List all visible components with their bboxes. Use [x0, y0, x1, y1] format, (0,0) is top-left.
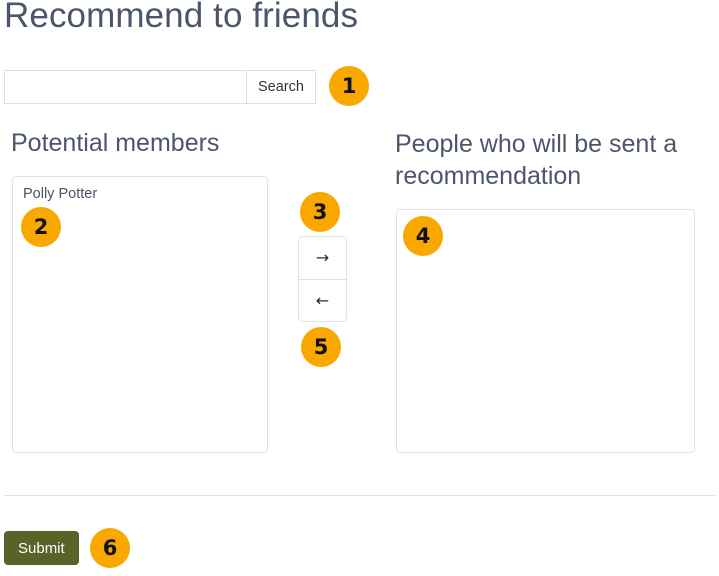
annotation-badge-3: 3 — [300, 192, 340, 232]
annotation-badge-1: 1 — [329, 66, 369, 106]
annotation-badge-6: 6 — [90, 528, 130, 568]
annotation-badge-5: 5 — [301, 327, 341, 367]
page-title: Recommend to friends — [4, 0, 359, 35]
search-group: Search — [4, 70, 316, 104]
annotation-badge-2: 2 — [21, 207, 61, 247]
submit-button[interactable]: Submit — [4, 531, 79, 565]
footer-divider — [4, 495, 715, 496]
transfer-button-group: → ← — [298, 236, 347, 322]
potential-members-heading: Potential members — [11, 129, 220, 157]
search-button[interactable]: Search — [246, 70, 316, 104]
recommendation-recipients-heading: People who will be sent a recommendation — [395, 130, 678, 190]
arrow-left-icon-button[interactable]: ← — [299, 279, 346, 321]
list-item[interactable]: Polly Potter — [13, 177, 267, 203]
arrow-right-icon-button[interactable]: → — [299, 237, 346, 279]
annotation-badge-4: 4 — [403, 216, 443, 256]
search-input[interactable] — [4, 70, 246, 104]
recommendation-recipients-listbox[interactable] — [396, 209, 695, 453]
